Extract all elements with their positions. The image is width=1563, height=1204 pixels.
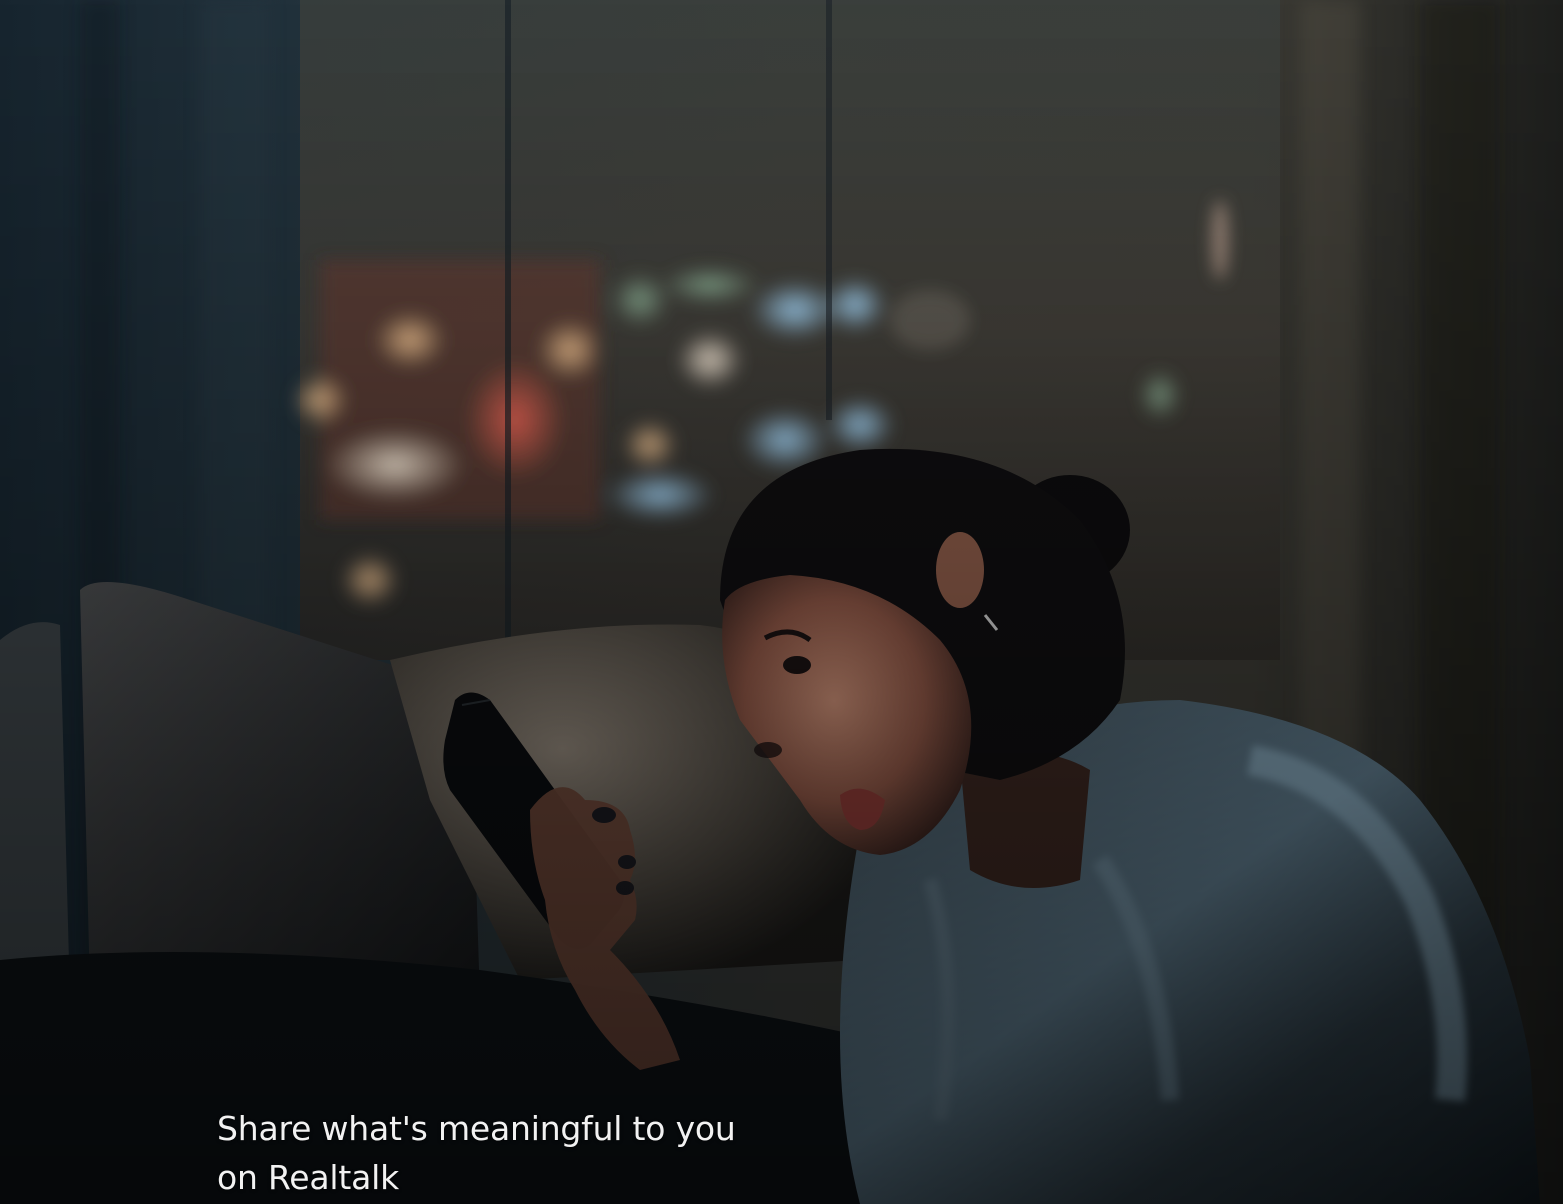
hero-caption: Share what's meaningful to you on Realta… — [217, 1104, 777, 1202]
hero-caption-line1: Share what's meaningful to you — [217, 1109, 736, 1148]
hero-section: Share what's meaningful to you on Realta… — [0, 0, 1563, 1204]
hero-caption-line2: on Realtalk — [217, 1158, 399, 1197]
hero-photo — [0, 0, 1563, 1204]
